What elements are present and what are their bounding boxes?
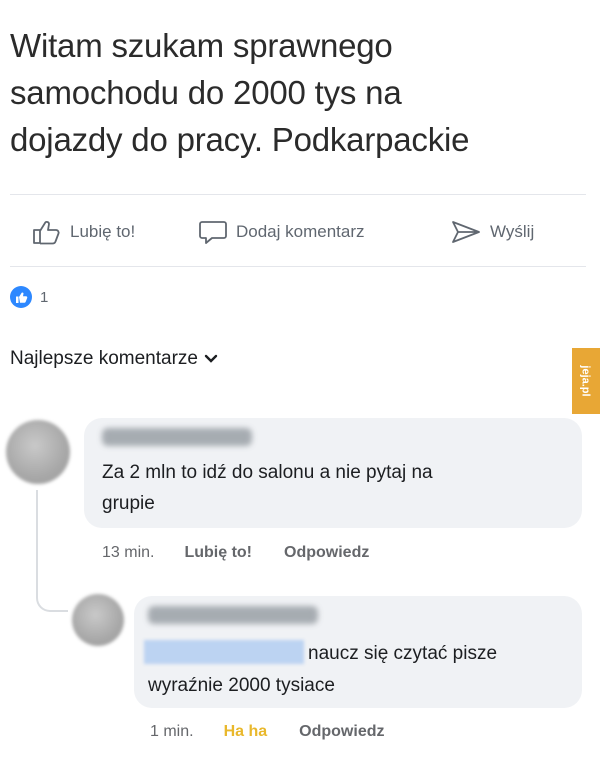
reply-meta: 1 min. Ha ha Odpowiedz xyxy=(150,723,384,741)
thumbs-up-icon xyxy=(33,221,60,245)
comment-time[interactable]: 13 min. xyxy=(102,544,154,562)
chevron-down-icon xyxy=(204,354,218,363)
like-reaction-icon xyxy=(10,286,32,308)
comment-label: Dodaj komentarz xyxy=(236,222,365,241)
send-icon xyxy=(452,221,480,243)
post-action-bar: Lubię to! Dodaj komentarz Wyślij xyxy=(0,210,600,254)
post-line: Witam szukam sprawnego xyxy=(10,27,393,64)
post-text: Witam szukam sprawnego samochodu do 2000… xyxy=(10,22,570,163)
comment-text: Za 2 mln to idź do salonu a nie pytaj na… xyxy=(102,457,572,519)
watermark-text: jeja.pl xyxy=(580,365,592,397)
reply-time[interactable]: 1 min. xyxy=(150,723,194,741)
avatar[interactable] xyxy=(6,420,70,484)
author-name-blurred[interactable] xyxy=(148,606,318,624)
reply-line: naucz się czytać pisze xyxy=(308,643,498,664)
comment-line: Za 2 mln to idź do salonu a nie pytaj na xyxy=(102,462,433,483)
post-line: dojazdy do pracy. Podkarpackie xyxy=(10,121,470,158)
reply-text: naucz się czytać pisze xyxy=(308,638,578,669)
comment-meta: 13 min. Lubię to! Odpowiedz xyxy=(102,544,369,562)
send-label: Wyślij xyxy=(490,222,535,241)
comment-like-button[interactable]: Lubię to! xyxy=(184,544,252,562)
comments-sort-dropdown[interactable]: Najlepsze komentarze xyxy=(10,348,218,370)
comments-sort-label: Najlepsze komentarze xyxy=(10,348,198,369)
mention-tag-blurred[interactable] xyxy=(144,640,304,664)
comment-icon xyxy=(199,221,227,244)
comment-line: grupie xyxy=(102,493,155,514)
like-label: Lubię to! xyxy=(70,222,136,241)
comment-reply-button[interactable]: Odpowiedz xyxy=(284,544,369,562)
reaction-summary[interactable]: 1 xyxy=(10,286,48,308)
reaction-count: 1 xyxy=(40,288,49,306)
comment-button[interactable]: Dodaj komentarz xyxy=(198,210,365,254)
divider xyxy=(10,266,586,267)
reply-text: wyraźnie 2000 tysiace xyxy=(148,670,568,701)
watermark-logo: jeja.pl xyxy=(572,348,600,414)
like-button[interactable]: Lubię to! xyxy=(32,210,135,254)
reply-reply-button[interactable]: Odpowiedz xyxy=(299,723,384,741)
thread-line xyxy=(36,490,68,612)
reply-line: wyraźnie 2000 tysiace xyxy=(148,675,335,696)
divider xyxy=(10,194,586,195)
reply-haha-reaction[interactable]: Ha ha xyxy=(224,723,268,741)
send-button[interactable]: Wyślij xyxy=(450,210,534,254)
author-name-blurred[interactable] xyxy=(102,428,252,446)
post-line: samochodu do 2000 tys na xyxy=(10,74,402,111)
avatar[interactable] xyxy=(72,594,124,646)
